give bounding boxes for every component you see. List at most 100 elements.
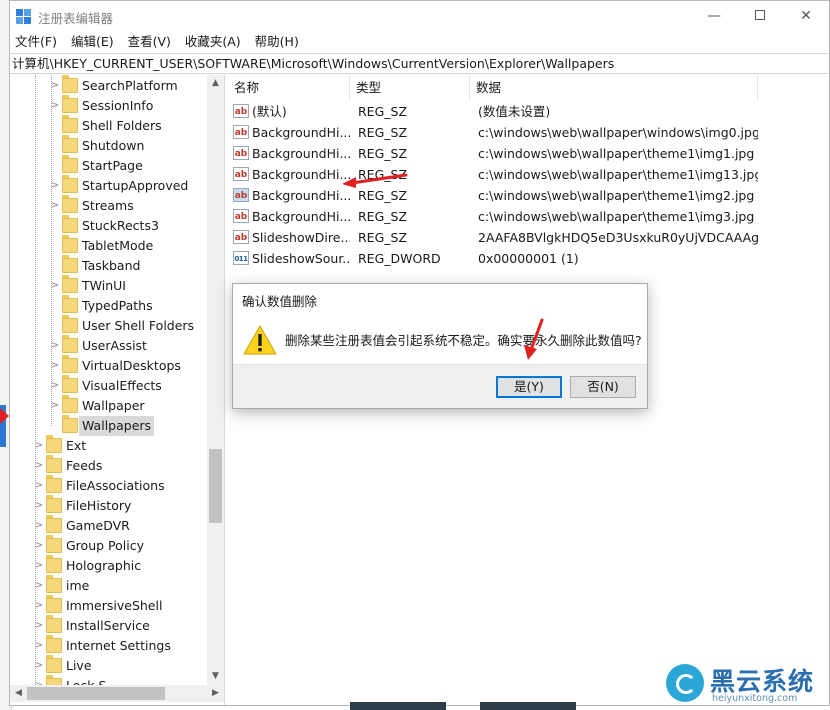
value-name: (默认) — [252, 104, 287, 119]
chevron-right-icon[interactable]: > — [50, 396, 60, 416]
confirm-delete-dialog: 确认数值删除 删除某些注册表值会引起系统不稳定。确实要永久删除此数值吗? 是(Y… — [232, 283, 648, 409]
menu-view[interactable]: 查看(V) — [123, 32, 176, 52]
scroll-down-icon[interactable]: ▼ — [207, 668, 224, 685]
folder-icon — [62, 75, 78, 93]
column-data[interactable]: 数据 — [470, 75, 758, 100]
folder-icon — [62, 355, 78, 373]
chevron-right-icon[interactable]: > — [50, 276, 60, 296]
chevron-right-icon[interactable]: > — [34, 656, 44, 676]
list-item[interactable]: ab BackgroundHi... REG_SZ c:\windows\web\wa… — [228, 143, 829, 164]
scroll-left-icon[interactable]: ◀ — [10, 685, 27, 702]
tree-item-label: Wallpapers — [79, 416, 155, 436]
chevron-right-icon[interactable]: > — [34, 556, 44, 576]
maximize-button[interactable] — [737, 1, 783, 32]
tree-item-label: VisualEffects — [82, 378, 162, 393]
tree-item-label: Group Policy — [66, 538, 144, 553]
close-button[interactable]: ✕ — [783, 1, 829, 32]
chevron-right-icon[interactable]: > — [34, 596, 44, 616]
scroll-up-icon[interactable]: ▲ — [207, 75, 224, 92]
list-item[interactable]: ab BackgroundHi... REG_SZ c:\windows\web\wa… — [228, 185, 829, 206]
tree-item-label: Live — [66, 658, 92, 673]
yes-button[interactable]: 是(Y) — [496, 376, 562, 398]
list-item[interactable]: 011 SlideshowSour... REG_DWORD 0x00000001 (… — [228, 248, 829, 269]
tree-horizontal-scrollbar[interactable]: ◀ ▶ — [10, 685, 224, 702]
value-name: BackgroundHi... — [252, 146, 350, 161]
title-bar: 注册表编辑器 — ✕ — [10, 1, 829, 32]
tree-item-label: User Shell Folders — [82, 318, 195, 333]
warning-icon — [243, 324, 277, 355]
dialog-message: 删除某些注册表值会引起系统不稳定。确实要永久删除此数值吗? — [285, 333, 642, 348]
folder-icon — [46, 595, 62, 613]
menu-help[interactable]: 帮助(H) — [250, 32, 304, 52]
chevron-right-icon[interactable]: > — [34, 436, 44, 456]
chevron-right-icon[interactable]: > — [50, 176, 60, 196]
list-item[interactable]: ab BackgroundHi... REG_SZ c:\windows\web\wa… — [228, 206, 829, 227]
chevron-right-icon[interactable]: > — [50, 336, 60, 356]
chevron-right-icon[interactable]: > — [34, 536, 44, 556]
minimize-button[interactable]: — — [691, 1, 737, 32]
tree-vertical-scrollbar[interactable]: ▲ ▼ — [207, 75, 224, 685]
binary-value-icon: 011 — [233, 251, 249, 265]
value-type: REG_SZ — [358, 188, 408, 203]
folder-icon — [62, 115, 78, 133]
chevron-right-icon[interactable]: > — [34, 456, 44, 476]
string-value-icon: ab — [233, 167, 249, 181]
tree-item-label: Feeds — [66, 458, 103, 473]
tree-item-label: Wallpaper — [82, 398, 145, 413]
tree-item-label: FileHistory — [66, 498, 132, 513]
chevron-right-icon[interactable]: > — [34, 496, 44, 516]
chevron-right-icon[interactable]: > — [50, 376, 60, 396]
address-bar[interactable]: 计算机\HKEY_CURRENT_USER\SOFTWARE\Microsoft… — [10, 53, 829, 74]
tree-item-label: Taskband — [82, 258, 141, 273]
tree-item-label: Holographic — [66, 558, 142, 573]
tree-item-label: InstallService — [66, 618, 150, 633]
column-name[interactable]: 名称 — [228, 75, 350, 100]
tree-item-label: Shell Folders — [82, 118, 162, 133]
value-data: (数值未设置) — [478, 104, 551, 119]
red-arrow-yes — [524, 318, 544, 360]
value-name: BackgroundHi... — [252, 209, 350, 224]
list-item[interactable]: ab SlideshowDire... REG_SZ 2AAFA8BVlgkHDQ5e… — [228, 227, 829, 248]
chevron-right-icon[interactable]: > — [50, 96, 60, 116]
chevron-right-icon[interactable]: > — [50, 76, 60, 96]
key-tree: > SearchPlatform > SessionInfo Shell Folders… — [10, 75, 225, 705]
tree-item-label: ime — [66, 578, 90, 593]
dialog-title: 确认数值删除 — [242, 294, 318, 309]
background-photo — [480, 702, 576, 710]
no-button[interactable]: 否(N) — [570, 376, 636, 398]
chevron-right-icon[interactable]: > — [34, 516, 44, 536]
chevron-right-icon[interactable]: > — [50, 356, 60, 376]
value-name: BackgroundHi... — [252, 125, 350, 140]
scroll-right-icon[interactable]: ▶ — [207, 685, 224, 702]
brand-logo-icon — [666, 664, 704, 702]
list-item[interactable]: ab BackgroundHi... REG_SZ c:\windows\web\wa… — [228, 122, 829, 143]
value-name: SlideshowSour... — [252, 251, 350, 266]
string-value-icon: ab — [233, 209, 249, 223]
dialog-footer: 是(Y) 否(N) — [233, 364, 647, 408]
list-item[interactable]: ab BackgroundHi... REG_SZ c:\windows\web\wa… — [228, 164, 829, 185]
red-arrow-left — [0, 408, 9, 424]
folder-icon — [62, 295, 78, 313]
folder-icon — [62, 415, 78, 433]
list-item[interactable]: ab (默认) REG_SZ (数值未设置) — [228, 101, 829, 122]
tree-item-label: Ext — [66, 438, 87, 453]
list-header: 名称 类型 数据 — [228, 75, 829, 100]
scroll-thumb-horizontal[interactable] — [27, 687, 165, 700]
menu-favorites[interactable]: 收藏夹(A) — [180, 32, 246, 52]
chevron-right-icon[interactable]: > — [34, 636, 44, 656]
value-data: 2AAFA8BVlgkHDQ5eD3UsxkuR0yUjVDCAAAg... — [478, 230, 758, 245]
tree-item-label: SessionInfo — [82, 98, 154, 113]
column-type[interactable]: 类型 — [350, 75, 470, 100]
tree-item-label: Internet Settings — [66, 638, 171, 653]
menu-file[interactable]: 文件(F) — [10, 32, 62, 52]
folder-icon — [62, 375, 78, 393]
chevron-right-icon[interactable]: > — [34, 576, 44, 596]
chevron-right-icon[interactable]: > — [34, 476, 44, 496]
folder-icon — [62, 155, 78, 173]
menu-edit[interactable]: 编辑(E) — [66, 32, 119, 52]
chevron-right-icon[interactable]: > — [50, 196, 60, 216]
scroll-thumb[interactable] — [209, 449, 222, 523]
folder-icon — [62, 235, 78, 253]
folder-icon — [62, 255, 78, 273]
chevron-right-icon[interactable]: > — [34, 616, 44, 636]
